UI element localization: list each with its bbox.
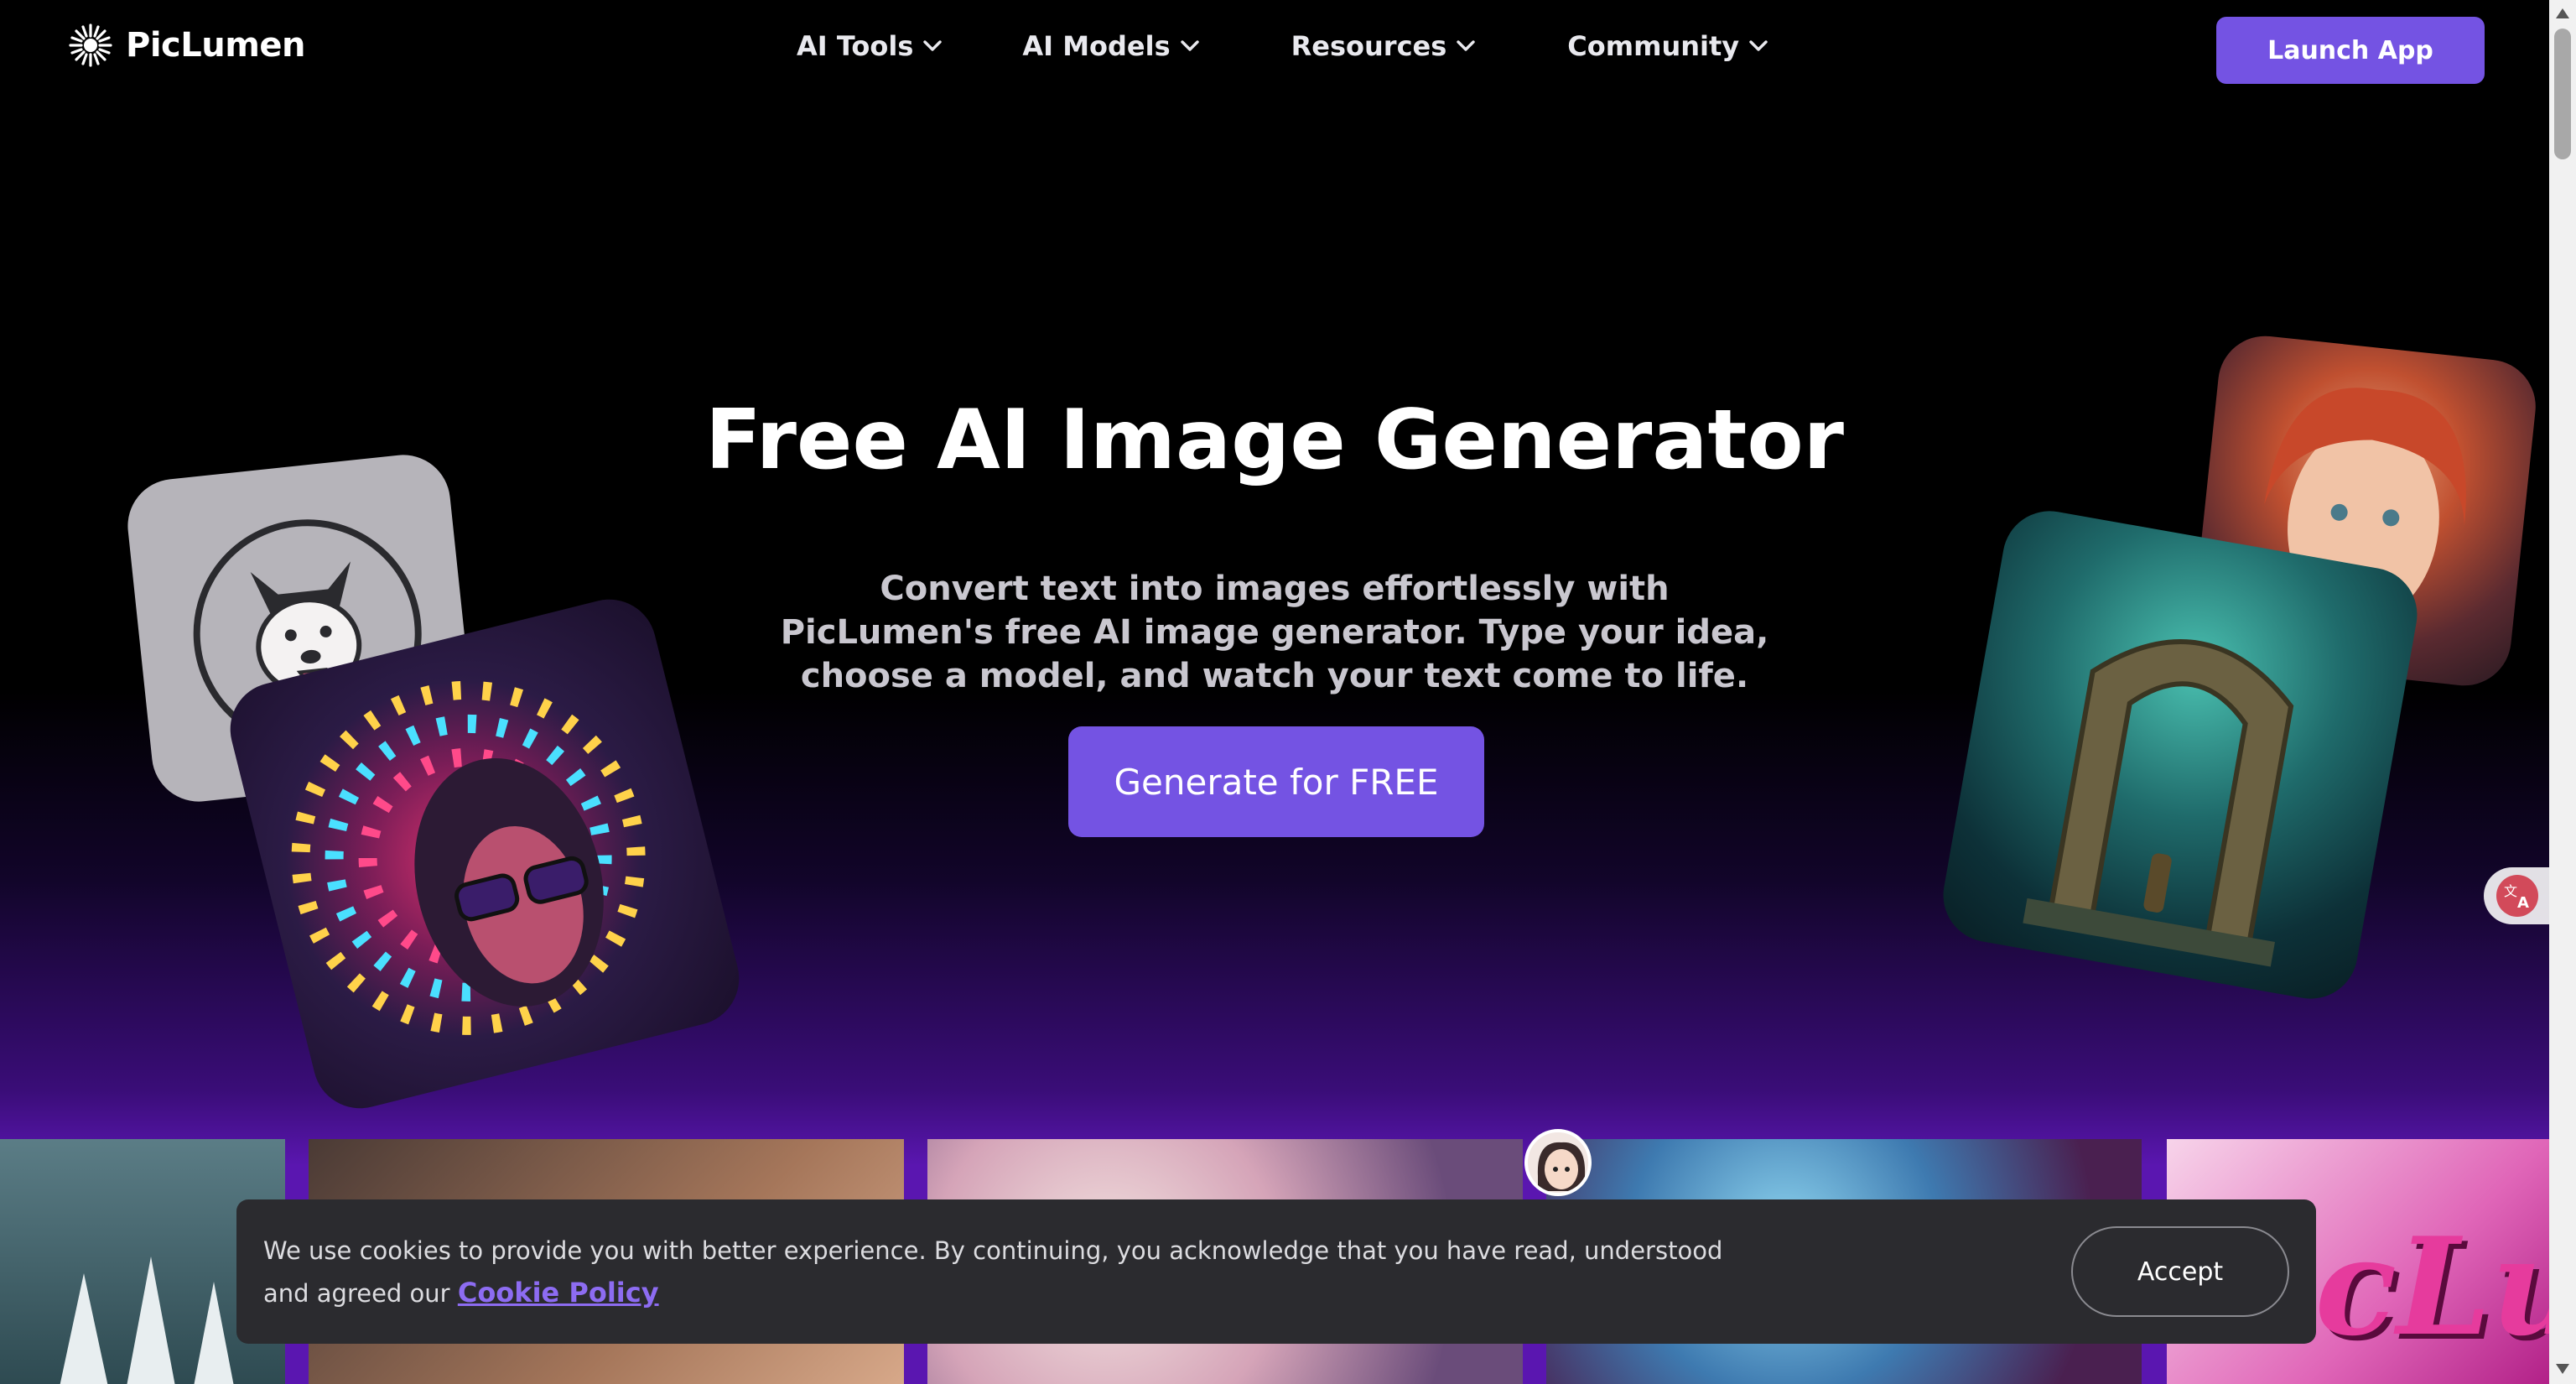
chevron-down-icon <box>923 40 943 51</box>
nav-community[interactable]: Community <box>1567 30 1768 62</box>
chevron-down-icon <box>1749 40 1768 51</box>
nav-ai-models[interactable]: AI Models <box>1022 30 1199 62</box>
nav-item-label: Resources <box>1291 30 1447 62</box>
nav-resources[interactable]: Resources <box>1291 30 1476 62</box>
brand-logo[interactable]: PicLumen <box>67 22 306 69</box>
hero-title: Free AI Image Generator <box>704 393 1845 488</box>
page-scrollbar[interactable] <box>2549 0 2576 1384</box>
arch-illustration <box>2023 639 2294 967</box>
scroll-down-arrow-icon[interactable] <box>2556 1364 2569 1374</box>
nav-item-label: Community <box>1567 30 1740 62</box>
scroll-thumb[interactable] <box>2554 29 2571 159</box>
cookie-banner: We use cookies to provide you with bette… <box>236 1199 2316 1344</box>
translate-icon: 文 A <box>2496 875 2538 917</box>
brand-name: PicLumen <box>126 26 306 65</box>
scroll-up-arrow-icon[interactable] <box>2556 8 2569 18</box>
piclumen-logo-icon <box>67 22 114 69</box>
launch-app-button[interactable]: Launch App <box>2216 17 2485 84</box>
nav-item-label: AI Tools <box>797 30 914 62</box>
chevron-down-icon <box>1457 40 1475 51</box>
hero-subtitle: Convert text into images effortlessly wi… <box>780 570 1769 695</box>
chevron-down-icon <box>1180 40 1199 51</box>
svg-text:A: A <box>2517 894 2529 912</box>
top-navbar: PicLumen AI Tools AI Models Resources Co… <box>0 0 2549 101</box>
cookie-policy-link[interactable]: Cookie Policy <box>458 1277 659 1309</box>
generate-free-button[interactable]: Generate for FREE <box>1068 726 1484 837</box>
main-nav: AI Tools AI Models Resources Community <box>797 30 1848 62</box>
translate-button[interactable]: 文 A <box>2484 867 2559 924</box>
assistant-avatar[interactable] <box>1524 1129 1592 1196</box>
accept-cookies-button[interactable]: Accept <box>2071 1226 2289 1317</box>
nav-item-label: AI Models <box>1022 30 1171 62</box>
showcase-image-underwater-arch <box>1935 503 2425 1007</box>
page: PicLumen AI Tools AI Models Resources Co… <box>0 0 2576 1384</box>
nav-ai-tools[interactable]: AI Tools <box>797 30 943 62</box>
svg-text:文: 文 <box>2504 883 2517 899</box>
cookie-text-block: We use cookies to provide you with bette… <box>263 1230 1773 1314</box>
